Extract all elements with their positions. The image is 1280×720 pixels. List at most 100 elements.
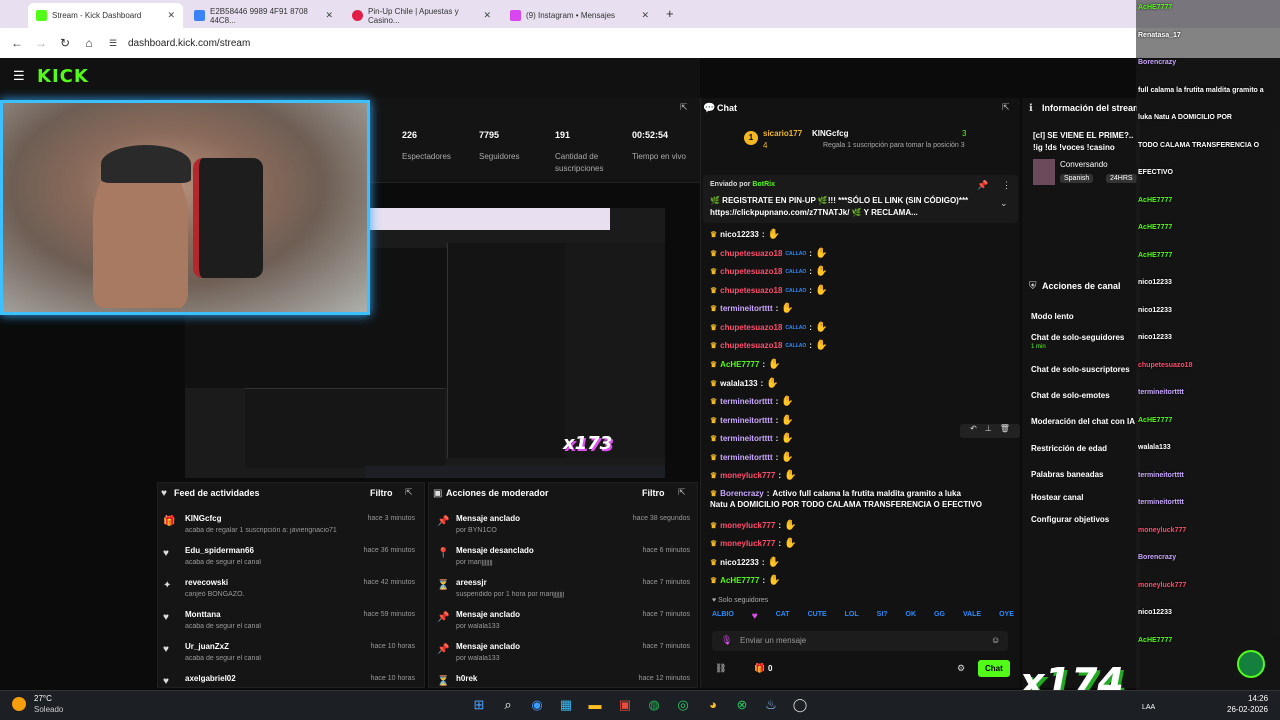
tab-e2b58446[interactable]: E2B58446 9989 4F91 8708 44C8... ✕: [186, 3, 341, 28]
send-chat-button[interactable]: Chat: [978, 660, 1010, 677]
pin-icon[interactable]: ⊥: [985, 424, 992, 438]
chat-username[interactable]: moneyluck777: [720, 521, 775, 530]
mic-icon[interactable]: 🎙: [721, 635, 732, 646]
row-name[interactable]: Edu_spiderman66: [185, 546, 254, 555]
chat-username[interactable]: chupetesuazo18: [720, 267, 782, 276]
chevron-down-icon[interactable]: ⌄: [1000, 198, 1008, 209]
popout-icon[interactable]: ⇱: [1002, 102, 1010, 113]
row-name[interactable]: Mensaje anclado: [456, 642, 520, 651]
channel-action-item[interactable]: Configurar objetivos: [1031, 515, 1137, 524]
channel-action-item[interactable]: Chat de solo-seguidores: [1031, 333, 1137, 342]
store-icon[interactable]: ▦: [557, 697, 575, 713]
row-name[interactable]: revecowski: [185, 578, 228, 587]
url-field[interactable]: dashboard.kick.com/stream: [128, 38, 250, 49]
chat-username[interactable]: chupetesuazo18: [720, 323, 782, 332]
tab-pin-up[interactable]: Pin-Up Chile | Apuestas y Casino... ✕: [344, 3, 499, 28]
popout-icon[interactable]: ⇱: [680, 102, 688, 113]
home-icon[interactable]: ⌂: [82, 36, 96, 50]
emote[interactable]: OK: [906, 611, 917, 623]
forward-icon[interactable]: →: [34, 36, 48, 50]
gear-icon[interactable]: ⚙: [957, 663, 965, 674]
whatsapp-icon[interactable]: ◎: [674, 697, 692, 713]
media-icon[interactable]: ▣: [616, 697, 634, 713]
channel-action-item[interactable]: Chat de solo-emotes: [1031, 391, 1137, 400]
row-name[interactable]: Mensaje desanclado: [456, 546, 534, 555]
row-name[interactable]: KINGcfcg: [185, 514, 221, 523]
chat-username[interactable]: Borencrazy: [720, 489, 764, 498]
mod-filter-button[interactable]: Filtro: [642, 488, 665, 498]
keyboard-language[interactable]: LAA: [1142, 704, 1155, 711]
chat-username[interactable]: AcHE7777: [720, 360, 759, 369]
emote[interactable]: OYE: [999, 611, 1014, 623]
emote[interactable]: SI?: [877, 611, 888, 623]
link-icon[interactable]: ⛓: [715, 663, 726, 674]
menu-icon[interactable]: ☰: [13, 68, 25, 84]
top-gifter-2[interactable]: KINGcfcg: [812, 129, 848, 138]
channel-action-item[interactable]: Palabras baneadas: [1031, 470, 1137, 479]
activity-filter-button[interactable]: Filtro: [370, 488, 393, 498]
emote[interactable]: GG: [934, 611, 945, 623]
tab-kick-dashboard[interactable]: Stream - Kick Dashboard ✕: [28, 3, 183, 28]
reply-icon[interactable]: ↶: [970, 424, 977, 438]
chat-username[interactable]: termineitortttt: [720, 453, 772, 462]
row-name[interactable]: areessjr: [456, 578, 487, 587]
chat-username[interactable]: chupetesuazo18: [720, 249, 782, 258]
emote-bar[interactable]: ALBIO ♥ CAT CUTE LOL SI? OK GG VALE OYE: [712, 611, 1014, 623]
row-name[interactable]: h0rek: [456, 674, 477, 683]
folder-icon[interactable]: ▬: [586, 697, 604, 712]
edge-icon[interactable]: ◉: [528, 697, 546, 713]
chat-username[interactable]: moneyluck777: [720, 539, 775, 548]
kick-logo[interactable]: KICK: [37, 66, 89, 87]
headset-icon[interactable]: [1237, 650, 1265, 678]
chat-username[interactable]: nico12233: [720, 558, 759, 567]
clock-date[interactable]: 26-02-2026: [1227, 705, 1268, 714]
chat-username[interactable]: walala133: [720, 379, 757, 388]
obs-icon[interactable]: ◯: [791, 697, 809, 713]
chat-username[interactable]: chupetesuazo18: [720, 341, 782, 350]
close-icon[interactable]: ✕: [641, 10, 649, 21]
chat-input[interactable]: Enviar un mensaje: [740, 636, 806, 645]
close-icon[interactable]: ✕: [325, 10, 333, 21]
channel-action-item[interactable]: Moderación del chat con IA: [1031, 417, 1137, 426]
row-name[interactable]: axelgabriel02: [185, 674, 236, 683]
steam-icon[interactable]: ♨: [762, 697, 780, 713]
site-info-icon[interactable]: ☰: [106, 38, 120, 49]
close-icon[interactable]: ✕: [483, 10, 491, 21]
chat-username[interactable]: termineitortttt: [720, 304, 772, 313]
delete-icon[interactable]: 🗑: [1000, 424, 1010, 438]
channel-action-item[interactable]: Chat de solo-suscriptores: [1031, 365, 1137, 374]
row-name[interactable]: Mensaje anclado: [456, 514, 520, 523]
emote[interactable]: ALBIO: [712, 611, 734, 623]
top-gifter-1[interactable]: sicario177: [763, 129, 802, 138]
windows-start-icon[interactable]: ⊞: [470, 697, 488, 713]
emote[interactable]: CAT: [776, 611, 790, 623]
xbox-icon[interactable]: ⊗: [733, 697, 751, 713]
popout-icon[interactable]: ⇱: [405, 487, 413, 498]
spotify-icon[interactable]: ◍: [645, 697, 663, 713]
emote[interactable]: ♥: [752, 611, 758, 623]
chat-username[interactable]: termineitortttt: [720, 434, 772, 443]
channel-action-item[interactable]: Restricción de edad: [1031, 444, 1137, 453]
new-tab-icon[interactable]: +: [666, 6, 674, 21]
pinned-author[interactable]: BotRix: [752, 181, 775, 188]
stream-category[interactable]: Conversando: [1060, 160, 1108, 169]
gift-icon[interactable]: 🎁: [754, 663, 765, 674]
chat-username[interactable]: chupetesuazo18: [720, 286, 782, 295]
chat-username[interactable]: AcHE7777: [720, 576, 759, 585]
close-icon[interactable]: ✕: [167, 10, 175, 21]
chrome-icon[interactable]: ◕: [704, 697, 722, 712]
tab-instagram[interactable]: (9) Instagram • Mensajes ✕: [502, 3, 657, 28]
emote[interactable]: CUTE: [808, 611, 827, 623]
reload-icon[interactable]: ↻: [58, 36, 72, 50]
chat-username[interactable]: moneyluck777: [720, 471, 775, 480]
row-name[interactable]: Ur_juanZxZ: [185, 642, 229, 651]
row-name[interactable]: Monttana: [185, 610, 221, 619]
pin-icon[interactable]: 📌: [977, 180, 988, 191]
more-icon[interactable]: ⋮: [1002, 180, 1011, 191]
channel-action-item[interactable]: Modo lento: [1031, 312, 1137, 321]
chat-username[interactable]: nico12233: [720, 230, 759, 239]
chat-username[interactable]: termineitortttt: [720, 397, 772, 406]
emoji-icon[interactable]: ☺: [991, 635, 1000, 645]
chat-username[interactable]: termineitortttt: [720, 416, 772, 425]
popout-icon[interactable]: ⇱: [678, 487, 686, 498]
